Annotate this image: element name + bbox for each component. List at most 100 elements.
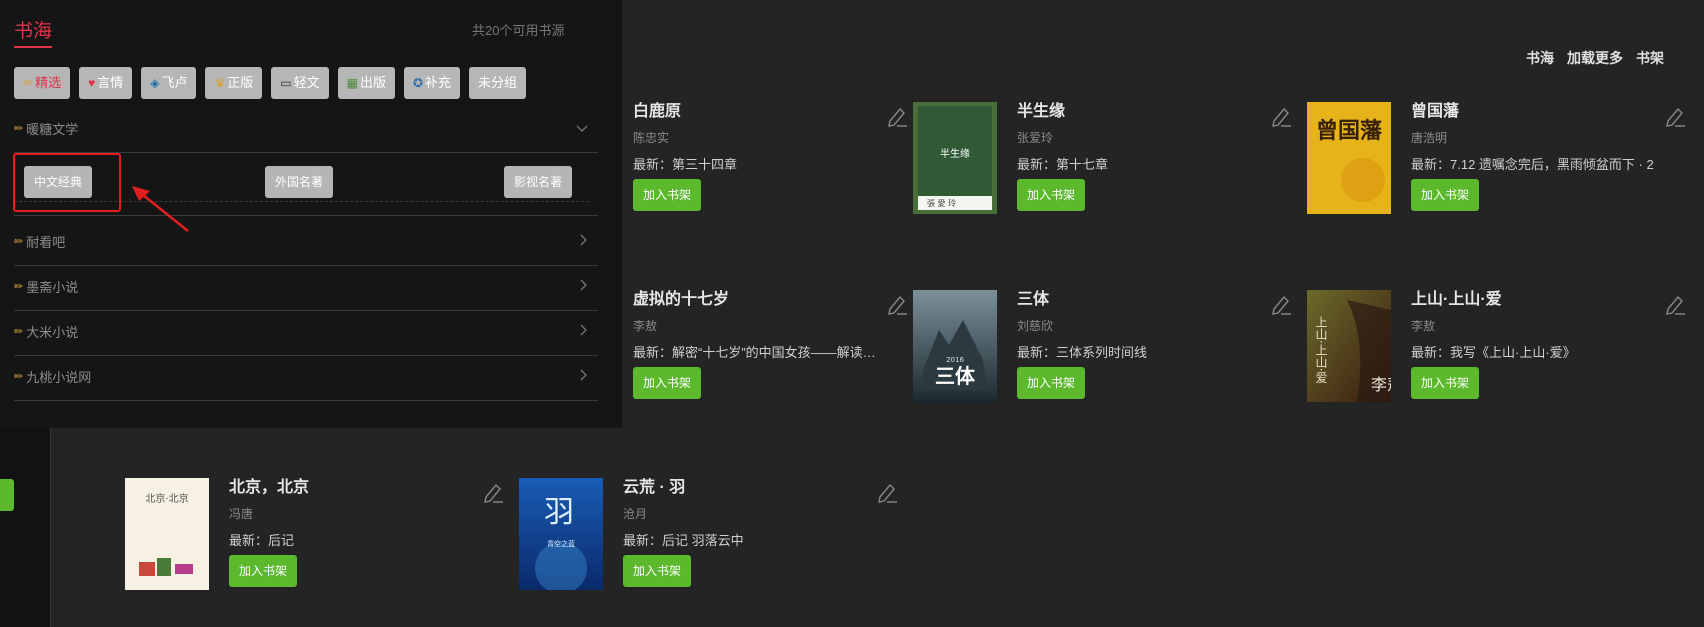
book-title[interactable]: 白鹿原 <box>633 102 883 122</box>
book-title[interactable]: 曾国藩 <box>1411 102 1661 122</box>
group-label: 言情 <box>97 75 124 90</box>
add-to-shelf-button[interactable]: 加入书架 <box>623 555 692 587</box>
edit-icon[interactable] <box>481 480 505 504</box>
edit-icon[interactable] <box>875 480 899 504</box>
source-name: 大米小说 <box>26 324 79 340</box>
category-film-classics[interactable]: 影视名著 <box>504 166 573 198</box>
book-title[interactable]: 虚拟的十七岁 <box>633 290 883 310</box>
book-info: 白鹿原陈忠实最新：第三十四章加入书架 <box>633 102 883 211</box>
group-icon: ◈ <box>150 76 160 90</box>
book-cover[interactable]: 北京·北京 <box>125 478 209 590</box>
edit-icon[interactable] <box>1269 292 1293 316</box>
panel-title[interactable]: 书海 <box>14 16 53 48</box>
svg-text:張 愛 玲: 張 愛 玲 <box>927 198 956 208</box>
edit-icon[interactable] <box>885 292 909 316</box>
book-title[interactable]: 三体 <box>1017 290 1267 310</box>
book-latest-chapter: 最新：第三十四章 <box>633 157 738 172</box>
source-name: 墨斋小说 <box>26 279 79 295</box>
book-card[interactable]: 曾国藩 曾国藩 唐浩明 最新：7.12 遗嘱念完后，黑雨倾盆而下 · 2 加入书架 <box>1307 102 1687 217</box>
book-author: 唐浩明 <box>1411 131 1448 145</box>
book-info: 上山·上山·爱 李敖 最新：我写《上山·上山·爱》 加入书架 <box>1411 290 1661 399</box>
source-row[interactable]: ✏ 耐看吧 <box>14 217 598 266</box>
book-cover[interactable]: 上山·上山·爱李敖 <box>1307 290 1391 402</box>
book-info: 三体 刘慈欣 最新：三体系列时间线 加入书架 <box>1017 290 1267 399</box>
group-icon: ♛ <box>214 76 226 90</box>
add-to-shelf-button[interactable]: 加入书架 <box>229 555 298 587</box>
pencil-icon: ✏ <box>14 325 24 338</box>
edit-icon[interactable] <box>1663 292 1687 316</box>
side-toggle-tab[interactable] <box>0 479 14 511</box>
group-icon: ✪ <box>412 76 424 90</box>
book-card[interactable]: 上山·上山·爱李敖上山·上山·爱李敖最新：我写《上山·上山·爱》加入书架 <box>1307 290 1687 405</box>
add-to-shelf-button[interactable]: 加入书架 <box>633 179 702 211</box>
group-tab-0[interactable]: ✏ 精选 <box>14 67 71 99</box>
svg-text:李敖: 李敖 <box>1371 375 1391 394</box>
book-latest-chapter: 最新：后记 <box>229 533 295 548</box>
add-to-shelf-button[interactable]: 加入书架 <box>1411 179 1480 211</box>
edit-icon[interactable] <box>1663 104 1687 128</box>
edit-icon[interactable] <box>1269 104 1293 128</box>
book-card[interactable]: 北京·北京 北京，北京 冯唐 最新：后记 加入书架 <box>125 478 505 593</box>
book-cover[interactable]: 羽青空之蓝 <box>519 478 603 590</box>
group-label: 正版 <box>227 75 254 90</box>
cover-title: 三体 <box>935 364 976 388</box>
book-cover[interactable]: 半生缘張 愛 玲 <box>913 102 997 214</box>
book-author: 刘慈欣 <box>1017 319 1054 333</box>
chevron-down-icon <box>576 121 588 136</box>
chevron-right-icon <box>580 279 588 294</box>
svg-text:青空之蓝: 青空之蓝 <box>547 539 575 548</box>
group-label: 补充 <box>425 75 452 90</box>
book-info: 半生缘 张爱玲 最新：第十七章 加入书架 <box>1017 102 1267 211</box>
group-icon: ♥ <box>88 76 96 90</box>
source-name: 九桃小说网 <box>26 369 92 385</box>
add-to-shelf-button[interactable]: 加入书架 <box>1017 367 1086 399</box>
book-latest-chapter: 最新：解密“十七岁”的中国女孩——解读《十七岁》 <box>633 345 888 360</box>
book-title[interactable]: 北京，北京 <box>229 478 479 498</box>
group-tab-3[interactable]: ♛ 正版 <box>205 67 263 99</box>
source-row-nuantang[interactable]: ✏ 暖糖文学 <box>14 104 598 153</box>
book-card[interactable]: 半生缘張 愛 玲半生缘 张爱玲 最新：第十七章 加入书架 <box>913 102 1293 217</box>
source-count: 共20个可用书源 <box>472 23 565 38</box>
book-title[interactable]: 半生缘 <box>1017 102 1267 122</box>
source-row[interactable]: ✏ 九桃小说网 <box>14 352 598 401</box>
group-tab-7[interactable]: 未分组 <box>469 67 527 99</box>
group-tab-2[interactable]: ◈ 飞卢 <box>141 67 197 99</box>
group-tab-1[interactable]: ♥ 言情 <box>79 67 133 99</box>
group-label: 出版 <box>359 75 386 90</box>
group-tab-6[interactable]: ✪ 补充 <box>403 67 461 99</box>
book-cover[interactable]: 曾国藩 <box>1307 102 1391 214</box>
category-chinese-classics[interactable]: 中文经典 <box>24 166 93 198</box>
book-cover[interactable]: 2016 三体 <box>913 290 997 402</box>
book-author: 陈忠实 <box>633 131 670 145</box>
add-to-shelf-button[interactable]: 加入书架 <box>633 367 702 399</box>
nav-load-more[interactable]: 加载更多 <box>1567 48 1623 68</box>
book-title[interactable]: 上山·上山·爱 <box>1411 290 1661 310</box>
source-name: 暖糖文学 <box>26 121 79 137</box>
cover-title: 曾国藩 <box>1316 118 1383 144</box>
annotation-arrow-icon <box>132 186 189 232</box>
nav-bookshelf[interactable]: 书架 <box>1636 48 1664 68</box>
nav-shuhai[interactable]: 书海 <box>1526 48 1554 68</box>
category-foreign-classics[interactable]: 外国名著 <box>265 166 334 198</box>
book-card[interactable]: 羽青空之蓝 云荒 · 羽沧月 最新：后记 羽落云中 加入书架 <box>519 478 899 593</box>
edit-icon[interactable] <box>885 104 909 128</box>
book-latest-chapter: 最新：我写《上山·上山·爱》 <box>1411 345 1576 360</box>
group-tab-4[interactable]: ▭ 轻文 <box>271 67 329 99</box>
source-row[interactable]: ✏ 墨斋小说 <box>14 262 598 311</box>
add-to-shelf-button[interactable]: 加入书架 <box>1411 367 1480 399</box>
pencil-icon: ✏ <box>14 235 24 248</box>
chevron-right-icon <box>580 369 588 384</box>
add-to-shelf-button[interactable]: 加入书架 <box>1017 179 1086 211</box>
book-title[interactable]: 云荒 · 羽 <box>623 478 873 498</box>
book-card[interactable]: 2016 三体 三体 刘慈欣 最新：三体系列时间线 加入书架 <box>913 290 1293 405</box>
source-row[interactable]: ✏ 大米小说 <box>14 307 598 356</box>
group-tabs: ✏ 精选 ♥ 言情 ◈ 飞卢 ♛ 正版 ▭ 轻文 ▦ 出版 ✪ 补充 未分组 <box>14 67 527 99</box>
group-label: 精选 <box>35 75 62 90</box>
group-tab-5[interactable]: ▦ 出版 <box>337 67 395 99</box>
pencil-icon: ✏ <box>14 122 24 135</box>
cover-title: 羽 <box>544 495 574 530</box>
divider <box>14 201 589 202</box>
group-label: 轻文 <box>293 75 320 90</box>
book-info: 北京，北京 冯唐 最新：后记 加入书架 <box>229 478 479 587</box>
svg-text:2016: 2016 <box>946 356 964 364</box>
